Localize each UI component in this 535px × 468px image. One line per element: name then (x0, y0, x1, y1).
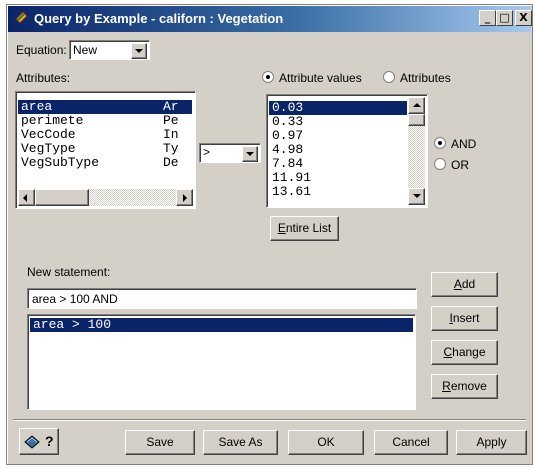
operator-value: > (203, 146, 211, 160)
help-button[interactable]: ? (19, 428, 59, 455)
list-item[interactable]: area Ar (18, 100, 192, 114)
ok-button[interactable]: OK (288, 430, 364, 455)
list-item[interactable]: perimete Pe (18, 114, 192, 128)
list-item[interactable]: 7.84 (269, 157, 407, 171)
attributes-label: Attributes: (16, 71, 71, 85)
expressions-list[interactable]: area > 100 (27, 314, 416, 410)
separator (13, 419, 526, 421)
list-item[interactable]: 0.97 (269, 129, 407, 143)
minimize-button[interactable]: _ (479, 10, 496, 26)
equation-label: Equation: (16, 43, 67, 57)
scroll-up-button[interactable] (408, 97, 425, 114)
window-title: Query by Example - californ : Vegetation (34, 11, 284, 26)
change-button[interactable]: Change (431, 340, 498, 365)
operator-dropdown[interactable]: > (199, 143, 261, 163)
and-radio[interactable] (434, 137, 446, 149)
attributes-radio-label: Attributes (400, 71, 451, 85)
remove-button[interactable]: Remove (431, 374, 498, 399)
new-statement-label: New statement: (27, 265, 111, 279)
insert-button[interactable]: Insert (431, 306, 498, 331)
values-list[interactable]: 0.03 0.33 0.97 4.98 7.84 11.91 13.61 (266, 94, 428, 208)
equation-dropdown-button[interactable] (131, 43, 147, 59)
radio-selected-dot (438, 141, 442, 145)
list-item[interactable]: 0.03 (269, 101, 407, 115)
list-item[interactable]: VegType Ty (18, 142, 192, 156)
new-statement-input[interactable]: area > 100 AND (27, 288, 417, 309)
scroll-thumb[interactable] (408, 114, 425, 126)
attribute-values-radio[interactable] (262, 71, 274, 83)
list-item[interactable]: VecCode In (18, 128, 192, 142)
query-by-example-window: Query by Example - californ : Vegetation… (6, 4, 533, 465)
save-as-button[interactable]: Save As (203, 430, 278, 455)
scroll-down-button[interactable] (408, 188, 425, 205)
save-button[interactable]: Save (125, 430, 195, 455)
add-button[interactable]: Add (431, 272, 498, 297)
arrow-right-icon (183, 194, 187, 202)
list-item[interactable]: 11.91 (269, 171, 407, 185)
radio-selected-dot (266, 75, 270, 79)
operator-dropdown-button[interactable] (242, 146, 258, 162)
list-item[interactable]: 13.61 (269, 185, 407, 199)
app-icon (15, 11, 28, 24)
scroll-thumb[interactable] (35, 189, 89, 206)
list-item[interactable]: 4.98 (269, 143, 407, 157)
chevron-down-icon (135, 49, 143, 53)
arrow-up-icon (413, 103, 421, 107)
attributes-list[interactable]: area Ar perimete Pe VecCode In VegType T… (15, 91, 196, 209)
scroll-right-button[interactable] (176, 189, 193, 206)
cancel-button[interactable]: Cancel (374, 430, 448, 455)
entire-list-button[interactable]: Entire List (270, 216, 339, 241)
or-radio[interactable] (434, 158, 446, 170)
list-item[interactable]: area > 100 (30, 318, 413, 332)
new-statement-value: area > 100 AND (32, 292, 118, 306)
attributes-hscrollbar[interactable] (18, 189, 193, 206)
list-item[interactable]: 0.33 (269, 115, 407, 129)
title-bar[interactable]: Query by Example - californ : Vegetation… (8, 6, 532, 32)
help-icon (24, 435, 40, 449)
equation-value: New (73, 43, 98, 57)
equation-dropdown[interactable]: New (69, 40, 150, 60)
or-label: OR (451, 158, 469, 172)
maximize-button[interactable]: □ (496, 10, 513, 26)
attribute-values-label: Attribute values (279, 71, 362, 85)
values-vscrollbar[interactable] (408, 97, 425, 205)
arrow-left-icon (23, 194, 27, 202)
and-label: AND (451, 137, 477, 151)
scroll-left-button[interactable] (18, 189, 35, 206)
apply-button[interactable]: Apply (456, 430, 527, 455)
arrow-down-icon (413, 194, 421, 198)
attributes-radio[interactable] (383, 71, 395, 83)
close-button[interactable]: X (515, 10, 532, 26)
list-item[interactable]: VegSubType De (18, 156, 192, 170)
chevron-down-icon (246, 152, 254, 156)
